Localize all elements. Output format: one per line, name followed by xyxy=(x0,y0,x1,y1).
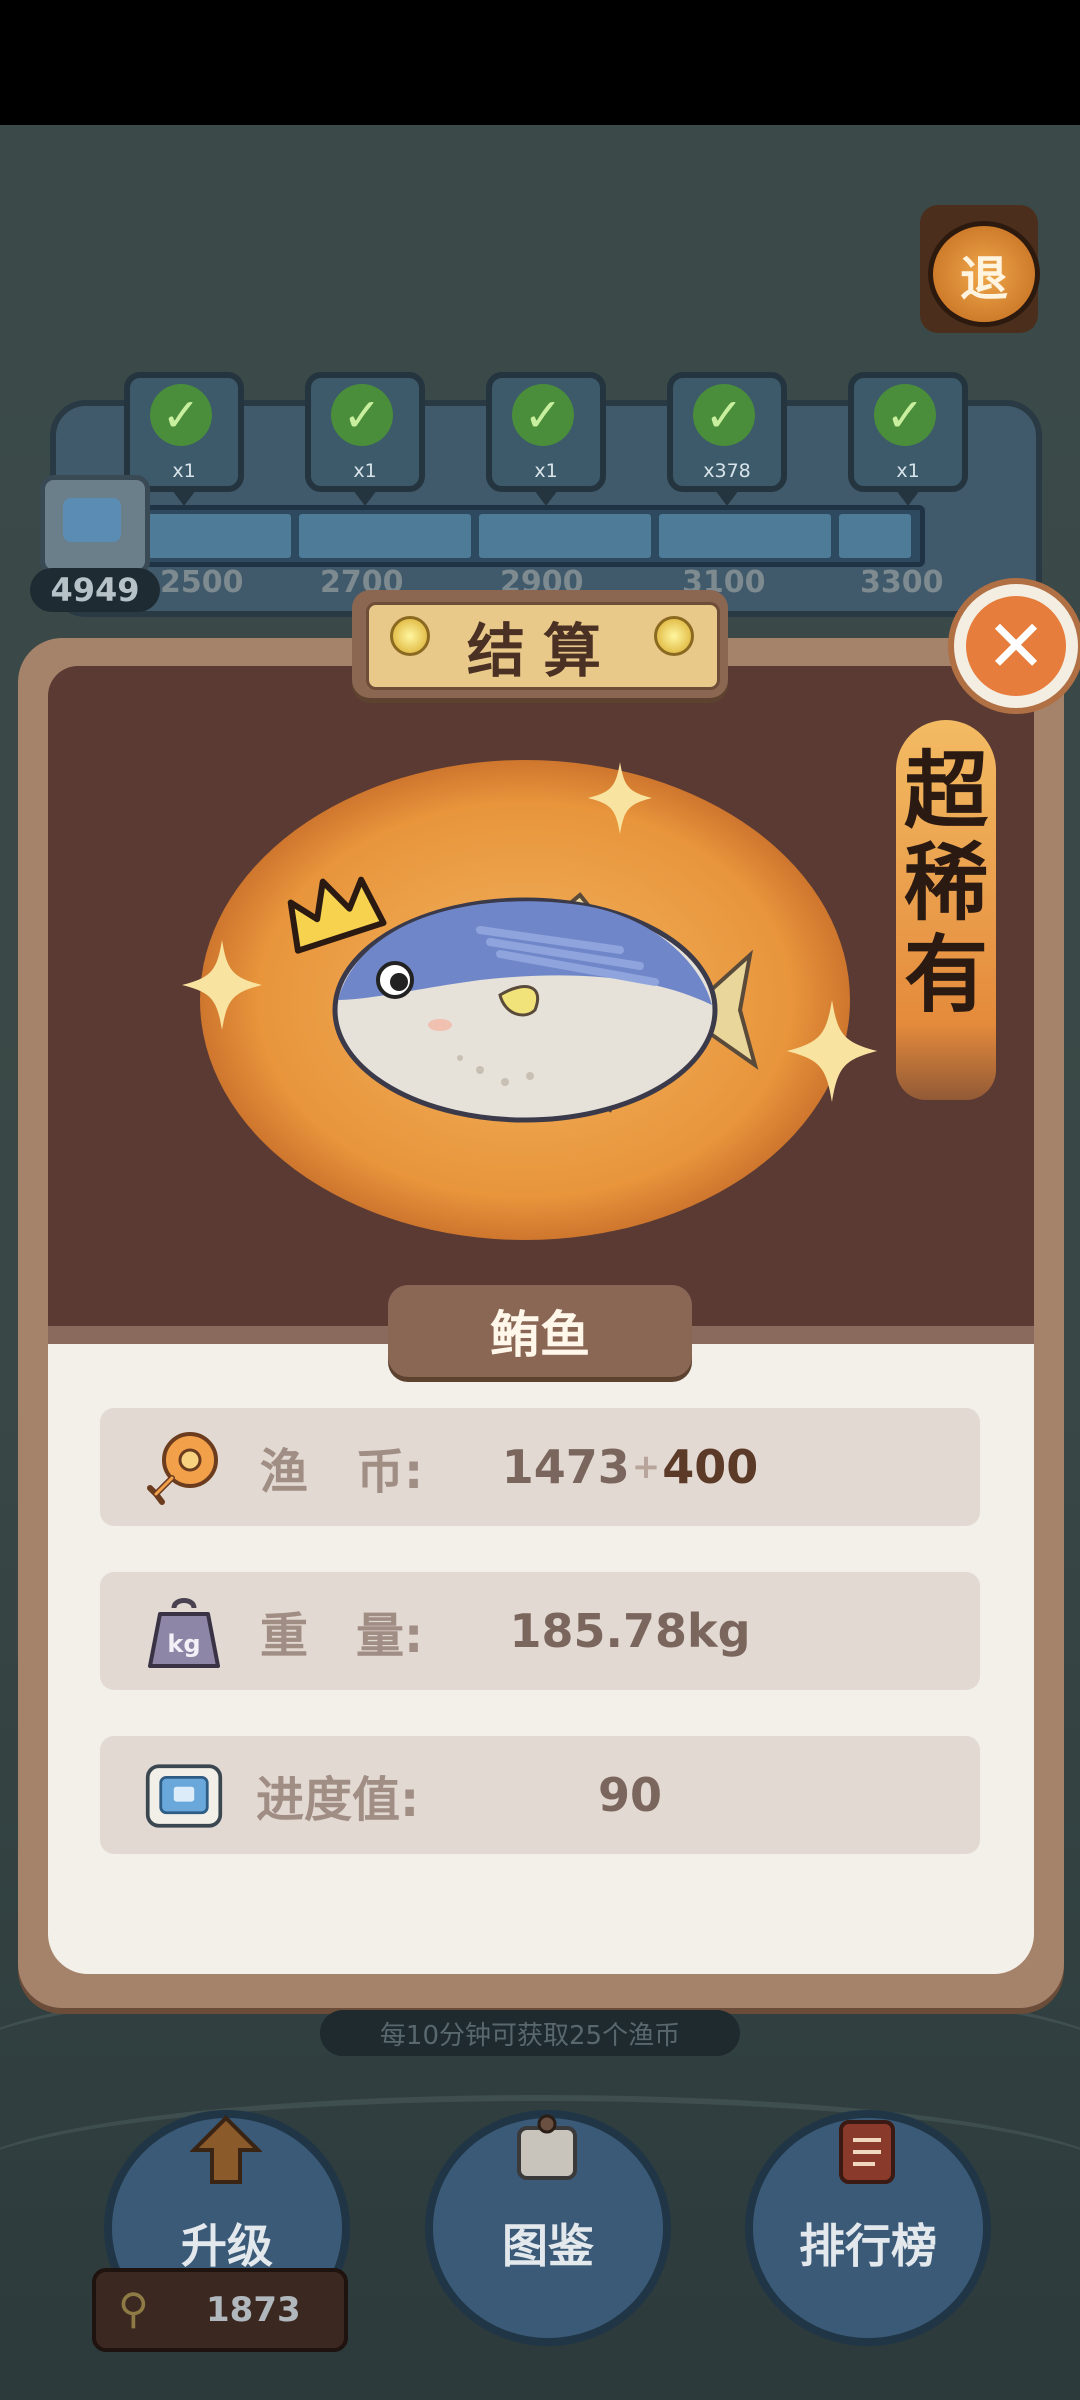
svg-text:kg: kg xyxy=(167,1630,200,1658)
reward-qty: x378 xyxy=(703,460,751,482)
slot-pointer xyxy=(896,490,920,506)
exit-button[interactable]: 退 xyxy=(920,205,1040,333)
stat-label: 重 量: xyxy=(260,1608,424,1664)
modal-title-plaque: 结算 xyxy=(352,590,728,698)
fish-coin-icon: ⚲ xyxy=(118,2284,149,2333)
stat-row-weight: kg 重 量: 185.78kg xyxy=(100,1572,980,1690)
encyclopedia-button[interactable]: 图鉴 xyxy=(425,2110,671,2346)
check-icon: ✓ xyxy=(693,384,755,446)
milestone-label: 3300 xyxy=(860,565,944,600)
reward-slot[interactable]: ✓ x1 xyxy=(124,372,244,506)
check-icon: ✓ xyxy=(512,384,574,446)
rivet-icon xyxy=(390,616,430,656)
progress-segment xyxy=(659,514,831,558)
fish-name: 鲔鱼 xyxy=(388,1285,692,1377)
leaderboard-button[interactable]: 排行榜 xyxy=(745,2110,991,2346)
fish-coin-icon xyxy=(144,1428,224,1508)
stat-value: 1473 +400 xyxy=(450,1408,810,1526)
progress-segment xyxy=(299,514,471,558)
reward-slot[interactable]: ✓ x1 xyxy=(305,372,425,506)
coin-bonus: 400 xyxy=(662,1440,759,1494)
progress-segment xyxy=(479,514,651,558)
reward-qty: x1 xyxy=(896,460,920,482)
progress-track xyxy=(110,505,925,567)
close-icon: ✕ xyxy=(966,596,1066,696)
stat-label: 进度值: xyxy=(256,1772,420,1828)
progress-value: 90 xyxy=(597,1768,662,1822)
stat-label: 渔 币: xyxy=(260,1444,424,1500)
sparkle-icon xyxy=(588,762,652,834)
encyclopedia-label: 图鉴 xyxy=(502,2219,594,2273)
reward-slot[interactable]: ✓ x378 xyxy=(667,372,787,506)
sparkle-icon xyxy=(182,940,262,1030)
leaderboard-label: 排行榜 xyxy=(799,2219,937,2273)
slot-pointer xyxy=(172,490,196,506)
milestone-label: 2500 xyxy=(160,565,244,600)
progress-segment xyxy=(839,514,911,558)
coin-balance-value: 1873 xyxy=(206,2290,301,2330)
weight-value: 185.78kg xyxy=(509,1604,751,1658)
reward-slot[interactable]: ✓ x1 xyxy=(486,372,606,506)
sparkle-icon xyxy=(786,1000,878,1102)
rivet-icon xyxy=(654,616,694,656)
coin-tip: 每10分钟可获取25个渔币 xyxy=(320,2010,740,2056)
leaderboard-icon xyxy=(839,2120,895,2184)
slot-pointer xyxy=(353,490,377,506)
progress-ticket-icon xyxy=(40,475,150,575)
slot-pointer xyxy=(534,490,558,506)
progress-count: 4949 xyxy=(30,568,160,612)
progress-ticket-icon xyxy=(144,1756,224,1836)
check-icon: ✓ xyxy=(331,384,393,446)
exit-button-label: 退 xyxy=(928,221,1040,327)
stat-row-progress: 进度值: 90 xyxy=(100,1736,980,1854)
coin-value: 1473 xyxy=(501,1440,630,1494)
reward-slot[interactable]: ✓ x1 xyxy=(848,372,968,506)
kg-weight-icon: kg xyxy=(144,1592,224,1672)
plus-sign: + xyxy=(631,1447,661,1487)
check-icon: ✓ xyxy=(150,384,212,446)
rarity-label: 超稀有 xyxy=(903,741,988,1024)
close-button[interactable]: ✕ xyxy=(948,578,1080,714)
arrow-up-icon xyxy=(190,2115,262,2184)
stat-row-coins: 渔 币: 1473 +400 xyxy=(100,1408,980,1526)
coin-balance: ⚲ 1873 xyxy=(92,2268,348,2352)
tuna-fish-image xyxy=(332,892,759,1123)
check-icon: ✓ xyxy=(874,384,936,446)
upgrade-label: 升级 xyxy=(181,2219,273,2273)
book-icon xyxy=(517,2114,577,2180)
status-bar xyxy=(0,0,1080,125)
reward-qty: x1 xyxy=(353,460,377,482)
reward-qty: x1 xyxy=(534,460,558,482)
slot-pointer xyxy=(715,490,739,506)
